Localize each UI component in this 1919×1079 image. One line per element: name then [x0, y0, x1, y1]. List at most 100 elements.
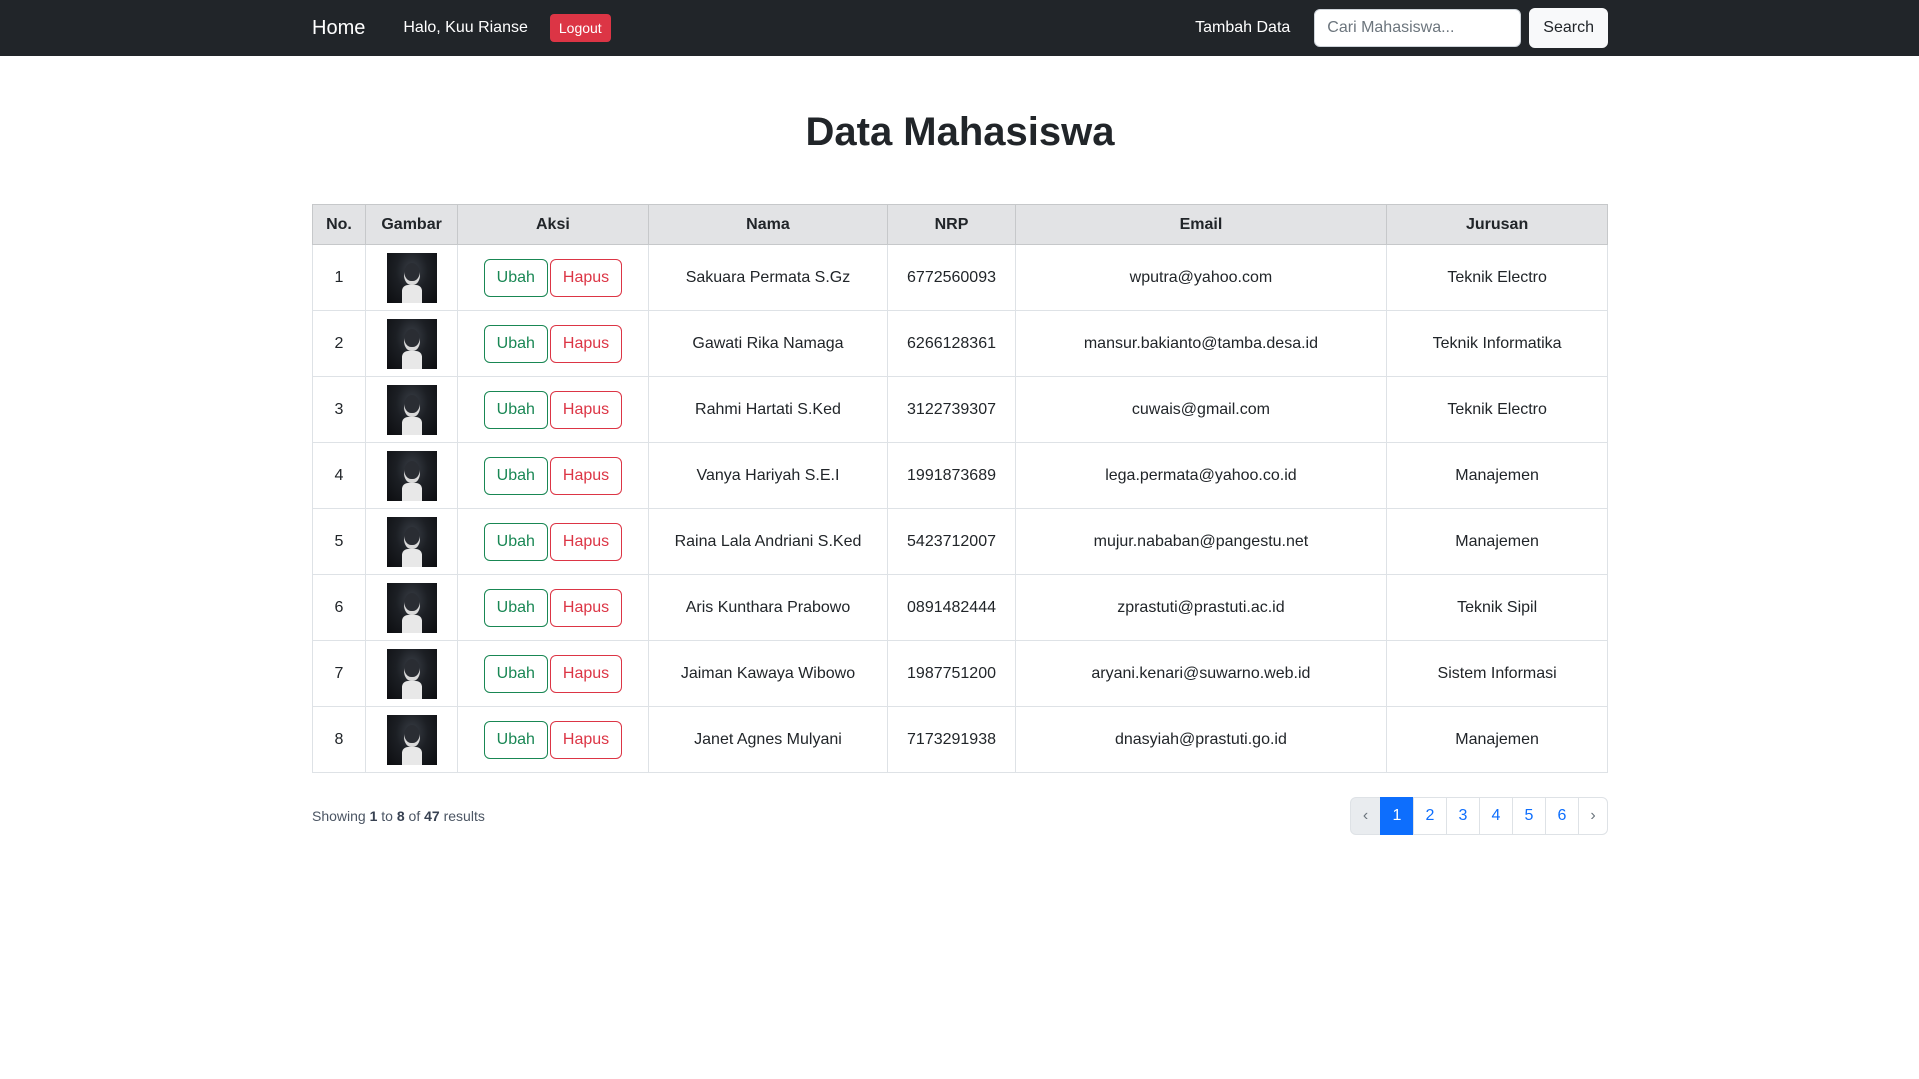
photo-cell [364, 574, 459, 641]
results-prefix: Showing [312, 808, 366, 824]
column-header-jurusan: Jurusan [1386, 204, 1608, 245]
delete-button[interactable]: Hapus [549, 720, 623, 759]
edit-button[interactable]: Ubah [483, 588, 548, 627]
home-link[interactable]: Home [312, 17, 365, 40]
student-nrp: 0891482444 [887, 574, 1016, 641]
table-body: 1 Ubah Hapus Sakuara Permata S.Gz 6772560… [312, 244, 1608, 773]
student-email: mansur.bakianto@tamba.desa.id [1014, 310, 1388, 377]
student-photo [386, 714, 437, 765]
delete-button[interactable]: Hapus [549, 654, 623, 693]
row-number: 6 [312, 574, 366, 641]
actions-cell: Ubah Hapus [457, 310, 649, 377]
main-container: Data Mahasiswa No. Gambar Aksi Nama NRP … [312, 108, 1608, 835]
student-name: Gawati Rika Namaga [647, 310, 889, 377]
pagination-row: Showing 1 to 8 of 47 results ‹ 1 2 3 4 5… [312, 797, 1608, 835]
delete-button[interactable]: Hapus [549, 522, 623, 561]
results-summary: Showing 1 to 8 of 47 results [312, 808, 485, 824]
column-header-aksi: Aksi [457, 204, 649, 245]
student-photo [386, 318, 437, 369]
student-nrp: 7173291938 [887, 706, 1016, 773]
page-2-button[interactable]: 2 [1413, 797, 1447, 835]
student-nrp: 3122739307 [887, 376, 1016, 443]
page-4-button[interactable]: 4 [1479, 797, 1513, 835]
search-button[interactable]: Search [1529, 8, 1608, 48]
column-header-nrp: NRP [887, 204, 1016, 245]
student-major: Teknik Sipil [1386, 574, 1608, 641]
photo-cell [364, 376, 459, 443]
edit-button[interactable]: Ubah [483, 654, 548, 693]
table-row: 8 Ubah Hapus Janet Agnes Mulyani 71732919… [312, 706, 1608, 773]
student-name: Aris Kunthara Prabowo [647, 574, 889, 641]
column-header-email: Email [1014, 204, 1388, 245]
results-suffix: results [443, 808, 485, 824]
student-major: Teknik Informatika [1386, 310, 1608, 377]
actions-cell: Ubah Hapus [457, 706, 649, 773]
delete-button[interactable]: Hapus [549, 258, 623, 297]
row-number: 5 [312, 508, 366, 575]
delete-button[interactable]: Hapus [549, 588, 623, 627]
previous-page-button[interactable]: ‹ [1350, 797, 1381, 835]
student-major: Teknik Electro [1386, 376, 1608, 443]
results-total: 47 [424, 808, 440, 824]
logout-button[interactable]: Logout [549, 14, 611, 42]
actions-cell: Ubah Hapus [457, 508, 649, 575]
photo-cell [364, 442, 459, 509]
column-header-nama: Nama [647, 204, 889, 245]
student-photo [386, 582, 437, 633]
student-name: Sakuara Permata S.Gz [647, 244, 889, 311]
column-header-no: No. [312, 204, 366, 245]
student-nrp: 6266128361 [887, 310, 1016, 377]
student-name: Jaiman Kawaya Wibowo [647, 640, 889, 707]
user-greeting: Halo, Kuu Rianse [403, 19, 528, 36]
actions-cell: Ubah Hapus [457, 574, 649, 641]
student-nrp: 5423712007 [887, 508, 1016, 575]
student-nrp: 1987751200 [887, 640, 1016, 707]
delete-button[interactable]: Hapus [549, 390, 623, 429]
photo-cell [364, 310, 459, 377]
table-header-row: No. Gambar Aksi Nama NRP Email Jurusan [312, 204, 1608, 245]
student-name: Vanya Hariyah S.E.I [647, 442, 889, 509]
page-3-button[interactable]: 3 [1446, 797, 1480, 835]
search-input[interactable] [1314, 9, 1522, 47]
student-name: Raina Lala Andriani S.Ked [647, 508, 889, 575]
edit-button[interactable]: Ubah [483, 456, 548, 495]
row-number: 7 [312, 640, 366, 707]
row-number: 3 [312, 376, 366, 443]
table-row: 5 Ubah Hapus Raina Lala Andriani S.Ked 54… [312, 508, 1608, 575]
students-table: No. Gambar Aksi Nama NRP Email Jurusan 1… [312, 204, 1608, 773]
edit-button[interactable]: Ubah [483, 324, 548, 363]
page-5-button[interactable]: 5 [1512, 797, 1546, 835]
student-email: lega.permata@yahoo.co.id [1014, 442, 1388, 509]
actions-cell: Ubah Hapus [457, 442, 649, 509]
table-row: 1 Ubah Hapus Sakuara Permata S.Gz 6772560… [312, 244, 1608, 311]
row-number: 1 [312, 244, 366, 311]
student-major: Manajemen [1386, 442, 1608, 509]
page-1-button[interactable]: 1 [1380, 797, 1414, 835]
row-number: 2 [312, 310, 366, 377]
table-row: 4 Ubah Hapus Vanya Hariyah S.E.I 19918736… [312, 442, 1608, 509]
student-email: mujur.nababan@pangestu.net [1014, 508, 1388, 575]
table-head: No. Gambar Aksi Nama NRP Email Jurusan [312, 204, 1608, 245]
student-email: zprastuti@prastuti.ac.id [1014, 574, 1388, 641]
edit-button[interactable]: Ubah [483, 720, 548, 759]
student-major: Manajemen [1386, 706, 1608, 773]
student-name: Rahmi Hartati S.Ked [647, 376, 889, 443]
next-page-button[interactable]: › [1578, 797, 1608, 835]
student-name: Janet Agnes Mulyani [647, 706, 889, 773]
edit-button[interactable]: Ubah [483, 258, 548, 297]
add-data-link[interactable]: Tambah Data [1195, 19, 1290, 37]
delete-button[interactable]: Hapus [549, 456, 623, 495]
edit-button[interactable]: Ubah [483, 522, 548, 561]
edit-button[interactable]: Ubah [483, 390, 548, 429]
student-photo [386, 252, 437, 303]
student-nrp: 1991873689 [887, 442, 1016, 509]
pagination: ‹ 1 2 3 4 5 6 › [1350, 797, 1608, 835]
delete-button[interactable]: Hapus [549, 324, 623, 363]
photo-cell [364, 706, 459, 773]
photo-cell [364, 640, 459, 707]
actions-cell: Ubah Hapus [457, 640, 649, 707]
results-of-word: of [408, 808, 421, 824]
page-6-button[interactable]: 6 [1545, 797, 1579, 835]
student-photo [386, 516, 437, 567]
table-row: 2 Ubah Hapus Gawati Rika Namaga 626612836… [312, 310, 1608, 377]
